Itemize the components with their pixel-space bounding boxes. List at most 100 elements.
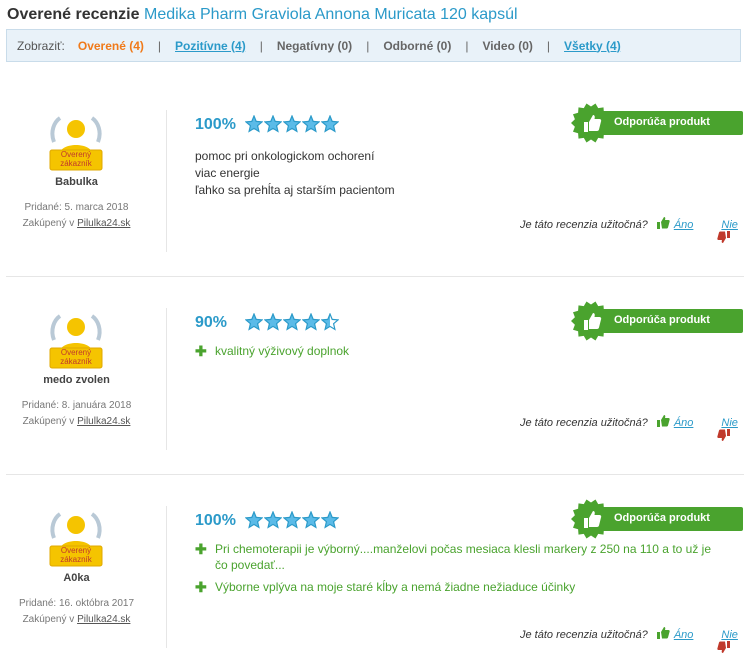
title-prefix: Overené recenzie [7, 6, 140, 23]
review-meta: Pridané: 8. januára 2018 Zakúpený v Pilul… [0, 398, 153, 430]
filter-expert: Odborné (0) [383, 38, 452, 53]
review-meta: Pridané: 5. marca 2018 Zakúpený v Pilulka… [0, 200, 153, 232]
filter-separator: | [259, 38, 263, 53]
vote-yes-link[interactable]: Áno [674, 219, 694, 231]
filter-separator: | [366, 38, 370, 53]
page-title: Overené recenzie Medika Pharm Graviola A… [7, 6, 518, 24]
verified-customer-badge: Overený zákazník [48, 508, 104, 568]
column-divider [166, 110, 167, 252]
filter-positive[interactable]: Pozitívne (4) [175, 39, 246, 53]
review-text-line: pomoc pri onkologickom ochorení [195, 149, 375, 163]
recommends-product-badge: Odporúča produkt [571, 103, 743, 143]
review-text-line: viac energie [195, 166, 260, 180]
review-text-line: ľahko sa prehĺta aj starším pacientom [195, 183, 395, 197]
helpful-vote: Je táto recenzia užitočná? Áno Nie [520, 414, 748, 441]
recommends-label: Odporúča produkt [614, 314, 710, 326]
reviewer-name: A0ka [63, 572, 90, 584]
purchase-info: Zakúpený v Pilulka24.sk [22, 218, 131, 229]
shop-link[interactable]: Pilulka24.sk [77, 416, 130, 427]
vote-yes-link[interactable]: Áno [674, 629, 694, 641]
purchase-info: Zakúpený v Pilulka24.sk [22, 614, 131, 625]
verified-customer-badge: Overený zákazník [48, 112, 104, 172]
pro-item: ✚ kvalitný výživový doplnok [195, 343, 350, 359]
star-icon [264, 115, 282, 133]
purchase-info: Zakúpený v Pilulka24.sk [22, 416, 131, 427]
review-divider [6, 276, 744, 277]
star-icon [321, 511, 339, 529]
reviewer-name: medo zvolen [43, 374, 110, 386]
star-icon [264, 313, 282, 331]
thumbs-up-icon[interactable] [656, 626, 670, 643]
review-meta: Pridané: 16. októbra 2017 Zakúpený v Pilu… [0, 596, 153, 628]
review-date: Pridané: 5. marca 2018 [24, 202, 129, 213]
helpful-question: Je táto recenzia užitočná? [520, 218, 648, 231]
badge-text: Overený zákazník [60, 348, 92, 366]
filter-separator: | [157, 38, 162, 53]
review-divider [6, 474, 744, 475]
thumbs-up-seal-icon [571, 301, 611, 341]
vote-yes-link[interactable]: Áno [674, 417, 694, 429]
rating-percent: 100% [195, 116, 236, 133]
thumbs-down-icon[interactable] [703, 216, 731, 243]
plus-icon: ✚ [195, 343, 207, 359]
review-pros: ✚ Pri chemoterapii je výborný....manželov… [195, 541, 715, 601]
plus-icon: ✚ [195, 541, 207, 557]
filter-separator: | [546, 38, 551, 53]
thumbs-up-icon[interactable] [656, 216, 670, 233]
star-icon [245, 313, 263, 331]
pro-item: ✚ Pri chemoterapii je výborný....manželov… [195, 541, 712, 572]
review-pros: ✚ kvalitný výživový doplnok [195, 343, 715, 365]
star-icon [245, 115, 263, 133]
star-icon [321, 115, 339, 133]
helpful-question: Je táto recenzia užitočná? [520, 416, 648, 429]
filter-verified[interactable]: Overené (4) [78, 39, 144, 53]
shop-link[interactable]: Pilulka24.sk [77, 218, 130, 229]
rating-stars [245, 313, 340, 331]
vote-no-link[interactable]: Nie [721, 629, 738, 641]
thumbs-up-icon[interactable] [656, 414, 670, 431]
recommends-product-badge: Odporúča produkt [571, 301, 743, 341]
plus-icon: ✚ [195, 579, 207, 595]
rating-percent: 90% [195, 314, 228, 331]
rating-percent: 100% [195, 512, 236, 529]
helpful-vote: Je táto recenzia užitočná? Áno Nie [520, 626, 748, 653]
pro-item: ✚ Výborne vplýva na moje staré kĺby a nem… [195, 579, 576, 595]
star-icon [302, 115, 320, 133]
thumbs-up-seal-icon [571, 499, 611, 539]
column-divider [166, 308, 167, 450]
badge-text: Overený zákazník [60, 546, 92, 564]
review-filter-bar: Zobraziť: Overené (4) | Pozitívne (4) | … [6, 29, 741, 62]
star-icon [302, 313, 320, 331]
review-date: Pridané: 16. októbra 2017 [18, 598, 135, 609]
filter-label: Zobraziť: [17, 38, 65, 53]
rating-stars [245, 115, 340, 133]
recommends-label: Odporúča produkt [614, 512, 710, 524]
star-icon [245, 511, 263, 529]
rating-stars [245, 511, 340, 529]
filter-negative: Negatívny (0) [276, 38, 353, 53]
thumbs-up-seal-icon [571, 103, 611, 143]
thumbs-down-icon[interactable] [703, 414, 731, 441]
filter-separator: | [465, 38, 469, 53]
vote-no-link[interactable]: Nie [721, 219, 738, 231]
filter-video: Video (0) [482, 38, 533, 53]
shop-link[interactable]: Pilulka24.sk [77, 614, 130, 625]
vote-no-link[interactable]: Nie [721, 417, 738, 429]
column-divider [166, 506, 167, 648]
filter-all[interactable]: Všetky (4) [564, 39, 621, 53]
star-icon [283, 313, 301, 331]
helpful-question: Je táto recenzia užitočná? [520, 628, 648, 641]
recommends-label: Odporúča produkt [614, 116, 710, 128]
star-icon [283, 511, 301, 529]
star-icon [321, 313, 339, 331]
product-name: Medika Pharm Graviola Annona Muricata 12… [143, 6, 518, 23]
star-icon [283, 115, 301, 133]
review-date: Pridané: 8. januára 2018 [21, 400, 132, 411]
helpful-vote: Je táto recenzia užitočná? Áno Nie [520, 216, 748, 243]
reviewer-name: Babulka [55, 176, 98, 188]
thumbs-down-icon[interactable] [703, 626, 731, 653]
recommends-product-badge: Odporúča produkt [571, 499, 743, 539]
review-text: pomoc pri onkologickom ochorení viac ener… [195, 148, 395, 199]
star-icon [264, 511, 282, 529]
badge-text: Overený zákazník [60, 150, 92, 168]
